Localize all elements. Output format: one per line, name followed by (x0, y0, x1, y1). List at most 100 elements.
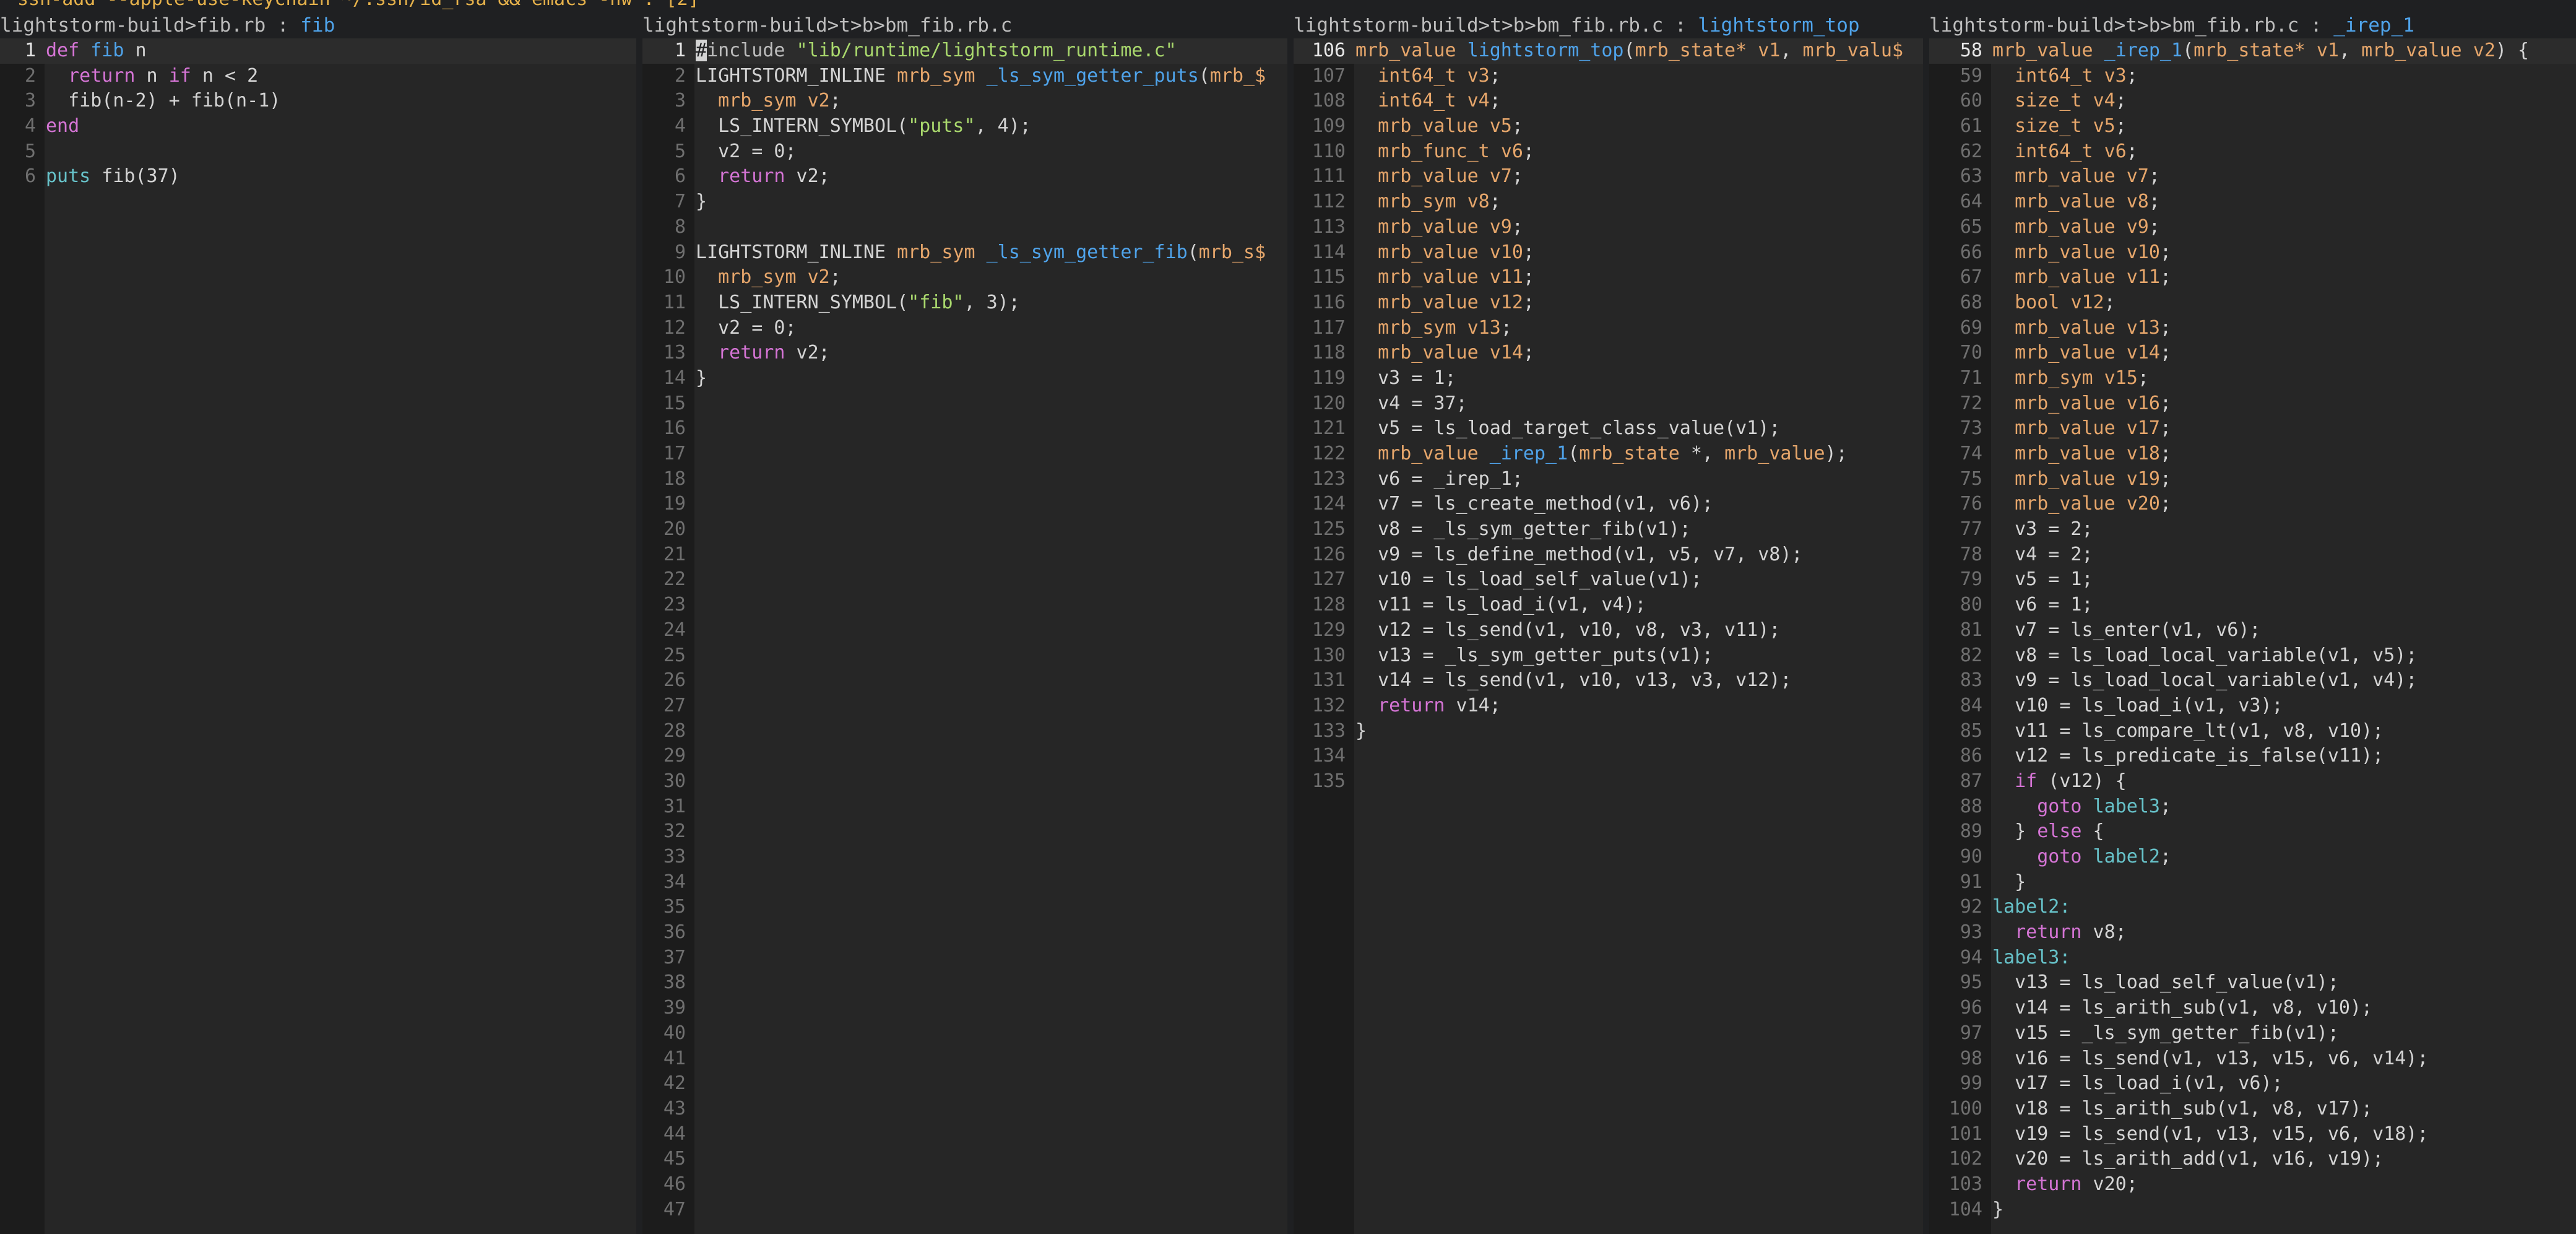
code-line[interactable]: 78 v4 = 2; (1929, 542, 2576, 568)
code-line[interactable]: 34 (642, 870, 1287, 895)
current-code-line[interactable]: 1 #include "lib/runtime/lightstorm_runtim… (642, 38, 1287, 64)
code-line[interactable]: 133} (1294, 719, 1923, 744)
code-line[interactable]: 72 mrb_value v16; (1929, 391, 2576, 417)
code-line[interactable]: 76 mrb_value v20; (1929, 492, 2576, 517)
code-line[interactable]: 15 (642, 391, 1287, 417)
code-line[interactable]: 135 (1294, 769, 1923, 794)
code-line[interactable]: 85 v11 = ls_compare_lt(v1, v8, v10); (1929, 719, 2576, 744)
code-line[interactable]: 26 (642, 668, 1287, 693)
code-line[interactable]: 81 v7 = ls_enter(v1, v6); (1929, 618, 2576, 643)
code-line[interactable]: 114 mrb_value v10; (1294, 240, 1923, 266)
code-line[interactable]: 5 v2 = 0; (642, 139, 1287, 165)
code-line[interactable]: 29 (642, 744, 1287, 769)
code-line[interactable]: 87 if (v12) { (1929, 769, 2576, 794)
code-line[interactable]: 126 v9 = ls_define_method(v1, v5, v7, v8… (1294, 542, 1923, 568)
code-line[interactable]: 21 (642, 542, 1287, 568)
code-line[interactable]: 83 v9 = ls_load_local_variable(v1, v4); (1929, 668, 2576, 693)
code-line[interactable]: 120 v4 = 37; (1294, 391, 1923, 417)
code-line[interactable]: 117 mrb_sym v13; (1294, 316, 1923, 341)
code-line[interactable]: 47 (642, 1197, 1287, 1223)
code-line[interactable]: 127 v10 = ls_load_self_value(v1); (1294, 567, 1923, 593)
code-line[interactable]: 28 (642, 719, 1287, 744)
code-line[interactable]: 3 mrb_sym v2; (642, 89, 1287, 114)
code-line[interactable]: 17 (642, 441, 1287, 467)
code-line[interactable]: 112 mrb_sym v8; (1294, 189, 1923, 215)
code-line[interactable]: 23 (642, 593, 1287, 618)
code-line[interactable]: 67 mrb_value v11; (1929, 265, 2576, 290)
code-line[interactable]: 60 size_t v4; (1929, 89, 2576, 114)
code-line[interactable]: 14} (642, 366, 1287, 391)
code-line[interactable]: 12 v2 = 0; (642, 316, 1287, 341)
code-line[interactable]: 90 goto label2; (1929, 845, 2576, 870)
code-line[interactable]: 30 (642, 769, 1287, 794)
editor-pane-irep-1[interactable]: lightstorm-build>t>b>bm_fib.rb.c : _irep… (1929, 12, 2576, 1234)
code-line[interactable]: 99 v17 = ls_load_i(v1, v6); (1929, 1071, 2576, 1097)
code-line[interactable]: 128 v11 = ls_load_i(v1, v4); (1294, 593, 1923, 618)
code-area[interactable]: 106 mrb_value lightstorm_top(mrb_state* v… (1294, 38, 1923, 1234)
code-line[interactable]: 98 v16 = ls_send(v1, v13, v15, v6, v14); (1929, 1046, 2576, 1072)
editor-pane-bm-fib-c[interactable]: lightstorm-build>t>b>bm_fib.rb.c 1 #inclu… (642, 12, 1287, 1234)
code-line[interactable]: 64 mrb_value v8; (1929, 189, 2576, 215)
code-line[interactable]: 124 v7 = ls_create_method(v1, v6); (1294, 492, 1923, 517)
code-line[interactable]: 74 mrb_value v18; (1929, 441, 2576, 467)
code-line[interactable]: 111 mrb_value v7; (1294, 164, 1923, 189)
code-line[interactable]: 11 LS_INTERN_SYMBOL("fib", 3); (642, 290, 1287, 316)
code-line[interactable]: 22 (642, 567, 1287, 593)
code-line[interactable]: 41 (642, 1046, 1287, 1072)
code-line[interactable]: 16 (642, 416, 1287, 441)
code-line[interactable]: 8 (642, 215, 1287, 240)
code-line[interactable]: 24 (642, 618, 1287, 643)
code-area[interactable]: 58 mrb_value _irep_1(mrb_state* v1, mrb_v… (1929, 38, 2576, 1234)
code-line[interactable]: 71 mrb_sym v15; (1929, 366, 2576, 391)
code-line[interactable]: 37 (642, 945, 1287, 971)
code-line[interactable]: 103 return v20; (1929, 1172, 2576, 1197)
code-line[interactable]: 96 v14 = ls_arith_sub(v1, v8, v10); (1929, 996, 2576, 1021)
code-line[interactable]: 123 v6 = _irep_1; (1294, 467, 1923, 492)
current-code-line[interactable]: 106 mrb_value lightstorm_top(mrb_state* v… (1294, 38, 1923, 64)
code-line[interactable]: 118 mrb_value v14; (1294, 341, 1923, 366)
code-line[interactable]: 89 } else { (1929, 819, 2576, 845)
window-divider[interactable] (1923, 12, 1929, 1234)
code-line[interactable]: 107 int64_t v3; (1294, 64, 1923, 89)
code-line[interactable]: 102 v20 = ls_arith_add(v1, v16, v19); (1929, 1147, 2576, 1172)
code-line[interactable]: 10 mrb_sym v2; (642, 265, 1287, 290)
code-line[interactable]: 80 v6 = 1; (1929, 593, 2576, 618)
code-line[interactable]: 93 return v8; (1929, 920, 2576, 945)
code-line[interactable]: 104} (1929, 1197, 2576, 1223)
code-line[interactable]: 70 mrb_value v14; (1929, 341, 2576, 366)
current-code-line[interactable]: 1 def fib n (0, 38, 636, 64)
code-line[interactable]: 100 v18 = ls_arith_sub(v1, v8, v17); (1929, 1097, 2576, 1122)
code-line[interactable]: 69 mrb_value v13; (1929, 316, 2576, 341)
editor-pane-lightstorm-top[interactable]: lightstorm-build>t>b>bm_fib.rb.c : light… (1294, 12, 1923, 1234)
code-line[interactable]: 122 mrb_value _irep_1(mrb_state *, mrb_v… (1294, 441, 1923, 467)
code-line[interactable]: 46 (642, 1172, 1287, 1197)
code-line[interactable]: 63 mrb_value v7; (1929, 164, 2576, 189)
code-line[interactable]: 35 (642, 895, 1287, 920)
code-line[interactable]: 129 v12 = ls_send(v1, v10, v8, v3, v11); (1294, 618, 1923, 643)
code-line[interactable]: 27 (642, 693, 1287, 719)
code-line[interactable]: 43 (642, 1097, 1287, 1122)
code-line[interactable]: 4 LS_INTERN_SYMBOL("puts", 4); (642, 114, 1287, 139)
code-line[interactable]: 38 (642, 970, 1287, 996)
code-line[interactable]: 132 return v14; (1294, 693, 1923, 719)
code-line[interactable]: 65 mrb_value v9; (1929, 215, 2576, 240)
code-line[interactable]: 73 mrb_value v17; (1929, 416, 2576, 441)
code-line[interactable]: 97 v15 = _ls_sym_getter_fib(v1); (1929, 1021, 2576, 1046)
code-line[interactable]: 110 mrb_func_t v6; (1294, 139, 1923, 165)
code-line[interactable]: 2 LIGHTSTORM_INLINE mrb_sym _ls_sym_gette… (642, 64, 1287, 89)
code-line[interactable]: 20 (642, 517, 1287, 542)
code-line[interactable]: 125 v8 = _ls_sym_getter_fib(v1); (1294, 517, 1923, 542)
code-line[interactable]: 66 mrb_value v10; (1929, 240, 2576, 266)
code-line[interactable]: 42 (642, 1071, 1287, 1097)
code-line[interactable]: 86 v12 = ls_predicate_is_false(v11); (1929, 744, 2576, 769)
code-line[interactable]: 9 LIGHTSTORM_INLINE mrb_sym _ls_sym_gette… (642, 240, 1287, 266)
code-line[interactable]: 39 (642, 996, 1287, 1021)
code-line[interactable]: 44 (642, 1122, 1287, 1147)
code-line[interactable]: 131 v14 = ls_send(v1, v10, v13, v3, v12)… (1294, 668, 1923, 693)
code-line[interactable]: 36 (642, 920, 1287, 945)
code-line[interactable]: 92 label2: (1929, 895, 2576, 920)
code-line[interactable]: 2 return n if n < 2 (0, 64, 636, 89)
code-line[interactable]: 6 puts fib(37) (0, 164, 636, 189)
code-line[interactable]: 68 bool v12; (1929, 290, 2576, 316)
code-line[interactable]: 33 (642, 845, 1287, 870)
